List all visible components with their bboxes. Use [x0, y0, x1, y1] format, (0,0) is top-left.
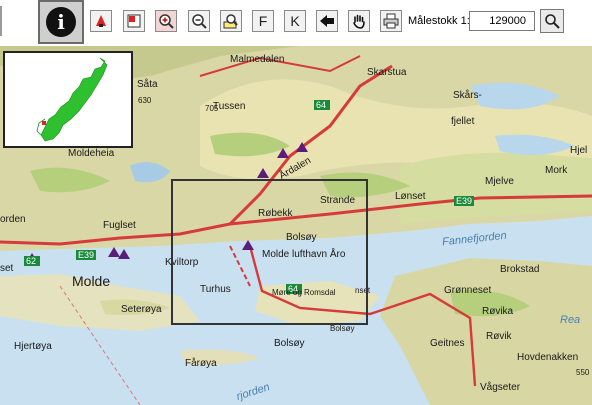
- label-hovdenakken: Hovdenakken: [517, 352, 579, 363]
- label-saata: Såta: [137, 79, 158, 90]
- toolbar-left-edge: [0, 6, 5, 36]
- select-area-button[interactable]: [123, 10, 145, 32]
- magnifier-minus-icon: [192, 14, 207, 29]
- search-icon: [545, 14, 560, 29]
- hand-icon: [353, 14, 365, 29]
- label-skarstua: Skarstua: [367, 67, 407, 78]
- label-vagseter: Vågseter: [480, 382, 521, 393]
- label-rovik: Røvik: [486, 331, 512, 342]
- label-550: 550: [576, 368, 590, 377]
- scale-input[interactable]: [469, 11, 535, 31]
- road-64-shield: 64: [316, 100, 326, 110]
- label-rovika: Røvika: [482, 306, 514, 317]
- road-62-shield: 62: [26, 256, 36, 266]
- label-tussen: Tussen: [213, 101, 246, 112]
- printer-icon: [383, 13, 399, 29]
- label-orden: orden: [0, 214, 26, 225]
- magnifier-page-icon: [223, 14, 238, 29]
- label-geitnes: Geitnes: [430, 338, 465, 349]
- back-button[interactable]: [316, 10, 338, 32]
- road-e39-shield: E39: [456, 196, 472, 206]
- label-malmedalen: Malmedalen: [230, 54, 285, 65]
- toolbar: i F K Målestokk 1: 129000: [0, 0, 592, 46]
- magnifier-plus-icon: [159, 14, 174, 29]
- label-lonset: Lønset: [395, 191, 426, 202]
- label-faroya: Fårøya: [185, 358, 217, 369]
- norway-overview-shape: [36, 57, 108, 142]
- red-pointer-icon: [96, 15, 106, 27]
- scale-label: Målestokk 1:: [408, 15, 470, 27]
- pointer-tool-button[interactable]: [90, 10, 112, 32]
- label-fjellet: fjellet: [451, 116, 475, 127]
- f-button[interactable]: F: [252, 10, 274, 32]
- road-e39-shield-west: E39: [78, 250, 94, 260]
- zoom-extent-button[interactable]: [220, 10, 242, 32]
- info-button[interactable]: i: [38, 0, 84, 44]
- label-gronneset: Grønneset: [444, 285, 492, 296]
- label-bolsoy-2: Bolsøy: [330, 324, 355, 333]
- print-button[interactable]: [380, 10, 402, 32]
- label-set: set: [0, 263, 14, 274]
- arrow-left-icon: [320, 15, 334, 27]
- f-button-label: F: [258, 13, 268, 29]
- zoom-out-button[interactable]: [188, 10, 210, 32]
- zoom-in-button[interactable]: [155, 10, 177, 32]
- label-mjelve: Mjelve: [485, 176, 514, 187]
- label-630: 630: [138, 96, 152, 105]
- overview-map[interactable]: [3, 51, 133, 148]
- label-brokstad: Brokstad: [500, 264, 540, 275]
- k-button-label: K: [290, 13, 300, 29]
- info-icon: i: [46, 7, 76, 37]
- label-rea: Rea: [560, 314, 581, 326]
- scale-search-button[interactable]: [540, 9, 564, 33]
- label-skars: Skårs-: [453, 90, 482, 101]
- label-setersoy: Seterøya: [121, 304, 162, 315]
- k-button[interactable]: K: [284, 10, 306, 32]
- selection-rectangle[interactable]: [171, 179, 368, 325]
- label-bolsoy-3: Bolsøy: [274, 338, 305, 349]
- label-mork: Mork: [545, 165, 568, 176]
- red-box-icon: [127, 14, 141, 28]
- pan-button[interactable]: [348, 10, 370, 32]
- label-hjertoya: Hjertøya: [14, 341, 52, 352]
- label-fuglset: Fuglset: [103, 220, 136, 231]
- label-hjel: Hjel: [570, 145, 588, 156]
- label-molde: Molde: [72, 273, 111, 289]
